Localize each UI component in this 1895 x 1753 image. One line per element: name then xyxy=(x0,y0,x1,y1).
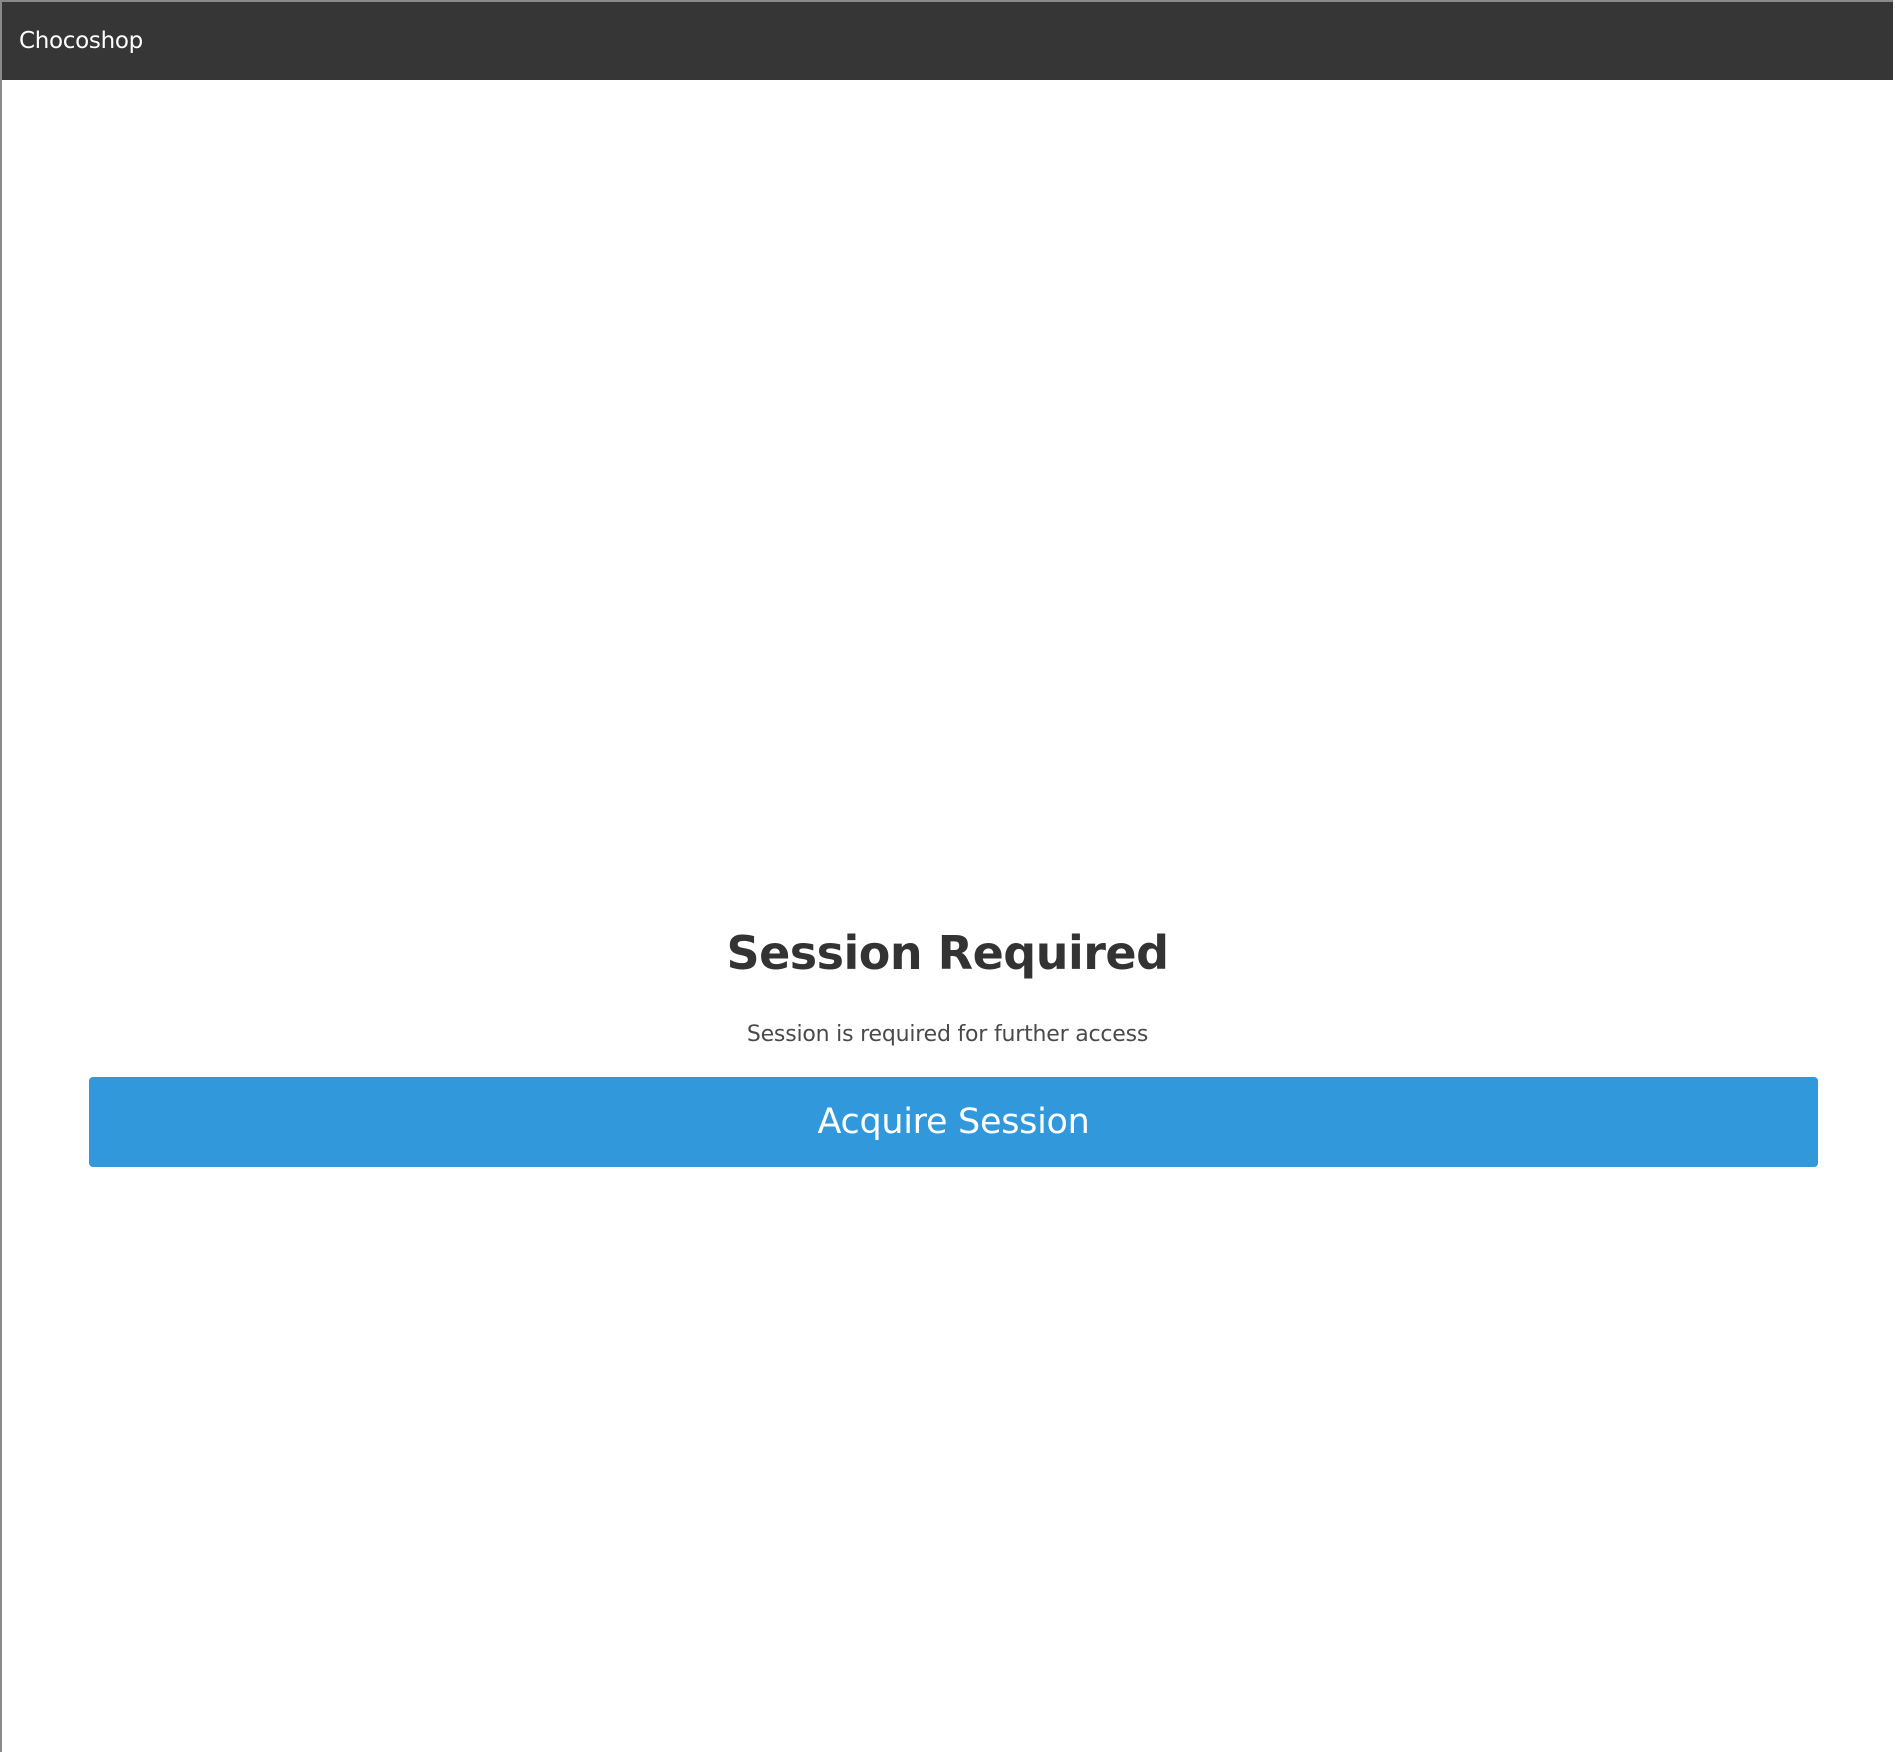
acquire-session-button[interactable]: Acquire Session xyxy=(89,1077,1818,1167)
session-message: Session is required for further access xyxy=(746,1022,1149,1047)
main-content: Session Required Session is required for… xyxy=(2,80,1893,1752)
top-navbar: Chocoshop xyxy=(2,2,1893,80)
brand-link[interactable]: Chocoshop xyxy=(19,28,143,54)
browser-viewport: Chocoshop Session Required Session is re… xyxy=(0,0,1893,1752)
page-title: Session Required xyxy=(726,926,1169,980)
